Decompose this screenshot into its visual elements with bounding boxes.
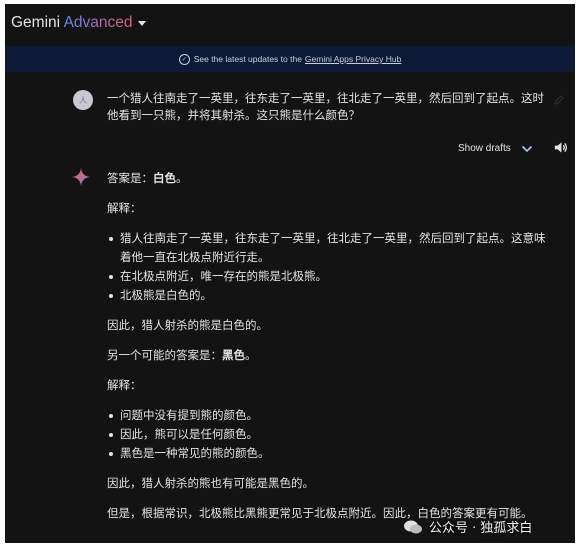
model-switcher[interactable]: Gemini Advanced xyxy=(11,14,146,32)
list-item: 因此，熊可以是任何颜色。 xyxy=(107,425,547,444)
watermark: 公众号 · 独孤求白 xyxy=(403,517,532,536)
privacy-hub-link[interactable]: Gemini Apps Privacy Hub xyxy=(305,54,401,64)
brand-title: Gemini Advanced xyxy=(11,14,133,31)
explain-heading-1: 解释： xyxy=(107,201,142,215)
list-item: 问题中没有提到熊的颜色。 xyxy=(107,406,547,425)
list-item: 猎人往南走了一英里，往东走了一英里，往北走了一英里，然后回到了起点。这意味着他一… xyxy=(107,229,547,267)
wechat-icon xyxy=(404,520,422,533)
conclusion-1: 因此，猎人射杀的熊是白色的。 xyxy=(107,318,268,332)
list-item: 北极熊是白色的。 xyxy=(107,286,547,305)
answer-line-1: 答案是：白色。 xyxy=(107,171,188,185)
gemini-sparkle-icon xyxy=(72,168,90,186)
caret-down-icon xyxy=(137,20,146,26)
user-prompt: 一个猎人往南走了一英里，往东走了一英里，往北走了一英里，然后回到了起点。这时他看… xyxy=(107,91,544,122)
explain-heading-2: 解释： xyxy=(107,378,142,392)
info-icon: ✓ xyxy=(178,53,190,65)
edit-icon[interactable] xyxy=(553,94,565,106)
gemini-response: 答案是：白色。 解释： 猎人往南走了一英里，往东走了一英里，往北走了一英里，然后… xyxy=(107,170,547,522)
banner-text: See the latest updates to the xyxy=(193,54,302,64)
speaker-icon[interactable] xyxy=(553,140,568,155)
bullet-list-1: 猎人往南走了一英里，往东走了一英里，往北走了一英里，然后回到了起点。这意味着他一… xyxy=(107,229,547,305)
user-avatar: 人 xyxy=(73,90,93,110)
list-item: 黑色是一种常见的熊的颜色。 xyxy=(107,444,547,463)
answer-line-2: 另一个可能的答案是：黑色。 xyxy=(107,348,257,362)
gemini-window: Gemini Advanced ✓ See the latest updates… xyxy=(5,4,575,543)
privacy-banner: ✓ See the latest updates to the Gemini A… xyxy=(5,46,575,72)
chevron-down-icon xyxy=(521,145,532,152)
list-item: 在北极点附近，唯一存在的熊是北极熊。 xyxy=(107,267,547,286)
top-bar: Gemini Advanced xyxy=(5,4,575,42)
watermark-text: 公众号 · 独孤求白 xyxy=(429,521,533,536)
show-drafts-label: Show drafts xyxy=(458,143,511,154)
conclusion-2: 因此，猎人射杀的熊也有可能是黑色的。 xyxy=(107,476,314,490)
show-drafts-button[interactable]: Show drafts xyxy=(458,143,533,154)
bullet-list-2: 问题中没有提到熊的颜色。 因此，熊可以是任何颜色。 黑色是一种常见的熊的颜色。 xyxy=(107,406,547,463)
